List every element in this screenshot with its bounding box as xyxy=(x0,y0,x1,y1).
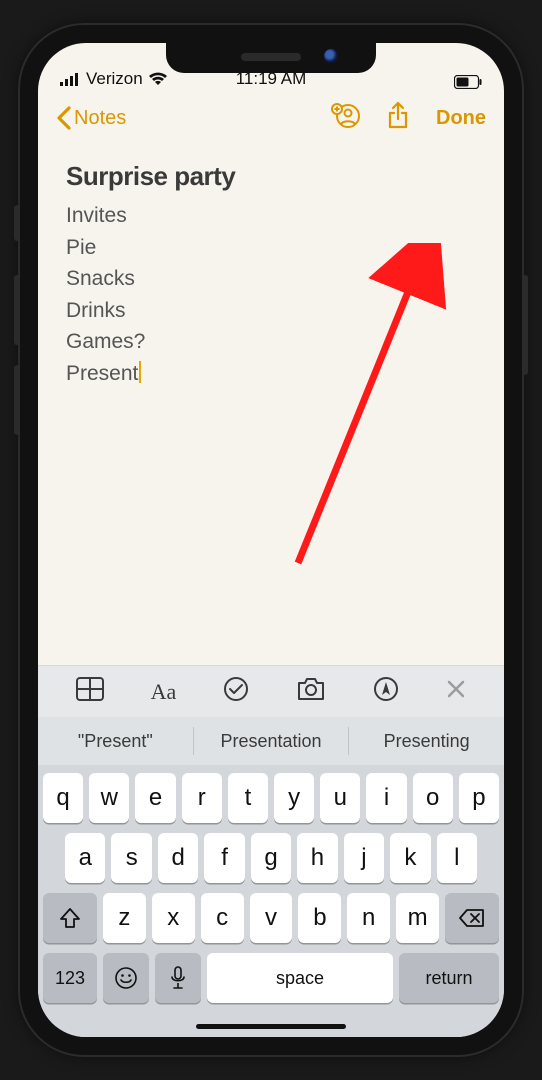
key-c[interactable]: c xyxy=(201,893,244,943)
key-d[interactable]: d xyxy=(158,833,198,883)
note-line[interactable]: Drinks xyxy=(66,295,476,327)
key-p[interactable]: p xyxy=(459,773,499,823)
note-editor[interactable]: Surprise party Invites Pie Snacks Drinks… xyxy=(38,143,504,665)
battery-icon xyxy=(454,75,482,89)
add-person-icon xyxy=(330,103,360,129)
key-g[interactable]: g xyxy=(251,833,291,883)
markup-button[interactable] xyxy=(373,676,399,707)
close-icon xyxy=(446,679,466,699)
chevron-left-icon xyxy=(56,106,72,130)
share-button[interactable] xyxy=(386,101,410,136)
shift-icon xyxy=(59,907,81,929)
shift-key[interactable] xyxy=(43,893,97,943)
key-n[interactable]: n xyxy=(347,893,390,943)
nav-bar: Notes Done xyxy=(38,93,504,143)
key-y[interactable]: y xyxy=(274,773,314,823)
text-format-button[interactable]: Aa xyxy=(151,679,177,705)
camera-icon xyxy=(296,677,326,701)
key-o[interactable]: o xyxy=(413,773,453,823)
note-line[interactable]: Pie xyxy=(66,232,476,264)
note-line[interactable]: Present xyxy=(66,358,476,390)
note-line[interactable]: Games? xyxy=(66,326,476,358)
add-person-button[interactable] xyxy=(330,103,360,134)
table-icon xyxy=(76,677,104,701)
keyboard: q w e r t y u i o p a s d f g h j k l xyxy=(38,765,504,1015)
key-s[interactable]: s xyxy=(111,833,151,883)
emoji-icon xyxy=(114,966,138,990)
key-w[interactable]: w xyxy=(89,773,129,823)
key-r[interactable]: r xyxy=(182,773,222,823)
key-k[interactable]: k xyxy=(390,833,430,883)
note-line[interactable]: Invites xyxy=(66,200,476,232)
done-button[interactable]: Done xyxy=(436,107,486,130)
keyboard-row: a s d f g h j k l xyxy=(43,833,499,883)
suggestion[interactable]: "Present" xyxy=(38,717,193,765)
back-button[interactable]: Notes xyxy=(56,106,126,130)
key-i[interactable]: i xyxy=(366,773,406,823)
key-z[interactable]: z xyxy=(103,893,146,943)
camera-button[interactable] xyxy=(296,677,326,706)
key-x[interactable]: x xyxy=(152,893,195,943)
notes-format-toolbar: Aa xyxy=(38,665,504,717)
space-key[interactable]: space xyxy=(207,953,393,1003)
keyboard-row: 123 space return xyxy=(43,953,499,1003)
check-circle-icon xyxy=(223,676,249,702)
table-button[interactable] xyxy=(76,677,104,706)
backspace-icon xyxy=(459,908,485,928)
home-indicator[interactable] xyxy=(38,1015,504,1037)
key-a[interactable]: a xyxy=(65,833,105,883)
key-t[interactable]: t xyxy=(228,773,268,823)
emoji-key[interactable] xyxy=(103,953,149,1003)
key-f[interactable]: f xyxy=(204,833,244,883)
wifi-icon xyxy=(149,72,167,86)
key-e[interactable]: e xyxy=(135,773,175,823)
numbers-key[interactable]: 123 xyxy=(43,953,97,1003)
pen-circle-icon xyxy=(373,676,399,702)
key-u[interactable]: u xyxy=(320,773,360,823)
carrier-label: Verizon xyxy=(86,69,143,89)
share-icon xyxy=(386,101,410,131)
checklist-button[interactable] xyxy=(223,676,249,707)
key-l[interactable]: l xyxy=(437,833,477,883)
note-title[interactable]: Surprise party xyxy=(66,161,476,192)
key-j[interactable]: j xyxy=(344,833,384,883)
keyboard-row: q w e r t y u i o p xyxy=(43,773,499,823)
keyboard-row: z x c v b n m xyxy=(43,893,499,943)
keyboard-suggestions: "Present" Presentation Presenting xyxy=(38,717,504,765)
suggestion[interactable]: Presentation xyxy=(194,717,349,765)
toolbar-close-button[interactable] xyxy=(446,679,466,705)
key-h[interactable]: h xyxy=(297,833,337,883)
key-m[interactable]: m xyxy=(396,893,439,943)
key-b[interactable]: b xyxy=(298,893,341,943)
mic-icon xyxy=(170,966,186,990)
back-label: Notes xyxy=(74,107,126,130)
note-line[interactable]: Snacks xyxy=(66,263,476,295)
return-key[interactable]: return xyxy=(399,953,499,1003)
cell-signal-icon xyxy=(60,72,80,86)
key-v[interactable]: v xyxy=(250,893,293,943)
suggestion[interactable]: Presenting xyxy=(349,717,504,765)
text-cursor xyxy=(139,361,141,383)
backspace-key[interactable] xyxy=(445,893,499,943)
key-q[interactable]: q xyxy=(43,773,83,823)
dictation-key[interactable] xyxy=(155,953,201,1003)
